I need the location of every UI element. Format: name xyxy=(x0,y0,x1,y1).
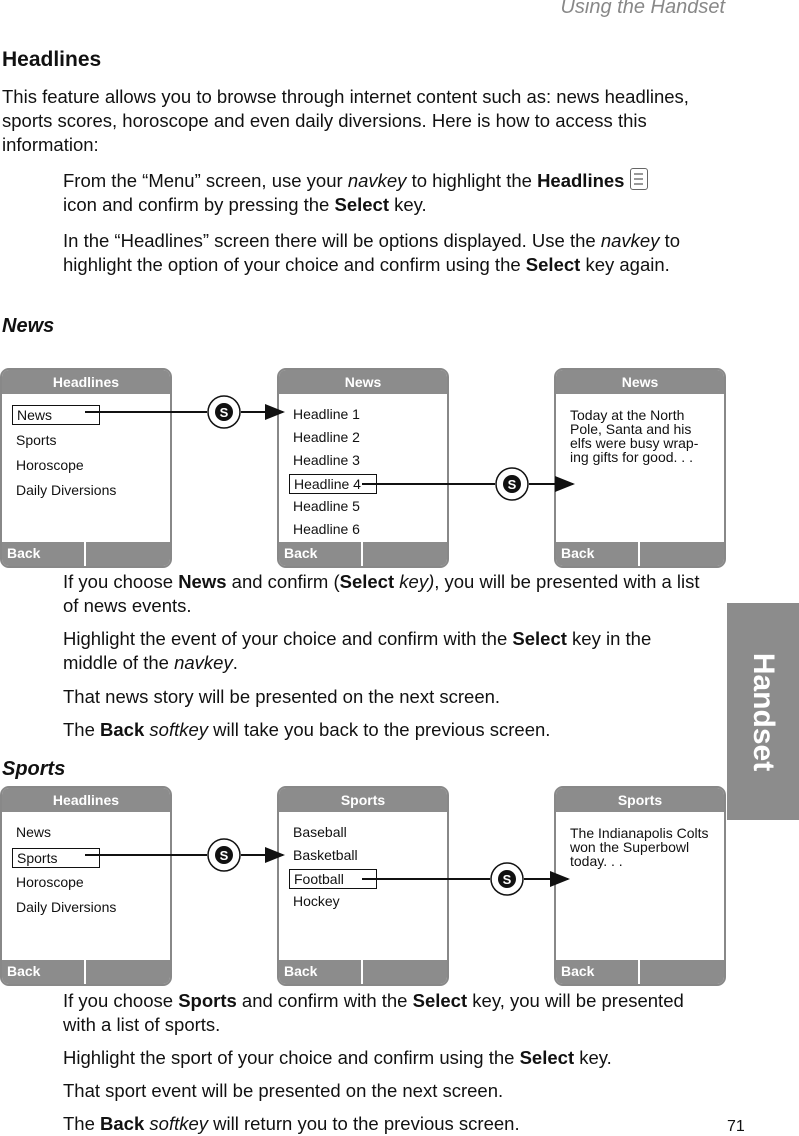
svg-text:S: S xyxy=(503,872,512,887)
svg-text:S: S xyxy=(508,477,517,492)
sports-note-1: If you choose Sports and confirm with th… xyxy=(63,990,684,1035)
sports-note-4: The Back softkey will return you to the … xyxy=(63,1113,520,1134)
select-key-icon: S xyxy=(207,395,241,429)
section-tab: Handset xyxy=(727,603,799,820)
select-key-icon: S xyxy=(495,467,529,501)
section-tab-label: Handset xyxy=(747,652,780,771)
svg-text:S: S xyxy=(220,848,229,863)
page-number: 71 xyxy=(727,1118,745,1135)
flow-arrows: S S S S xyxy=(85,395,575,896)
sports-note-2: Highlight the sport of your choice and c… xyxy=(63,1047,612,1068)
sports-note-3: That sport event will be presented on th… xyxy=(63,1080,504,1101)
svg-text:S: S xyxy=(220,405,229,420)
select-key-icon: S xyxy=(207,838,241,872)
select-key-icon: S xyxy=(490,862,524,896)
